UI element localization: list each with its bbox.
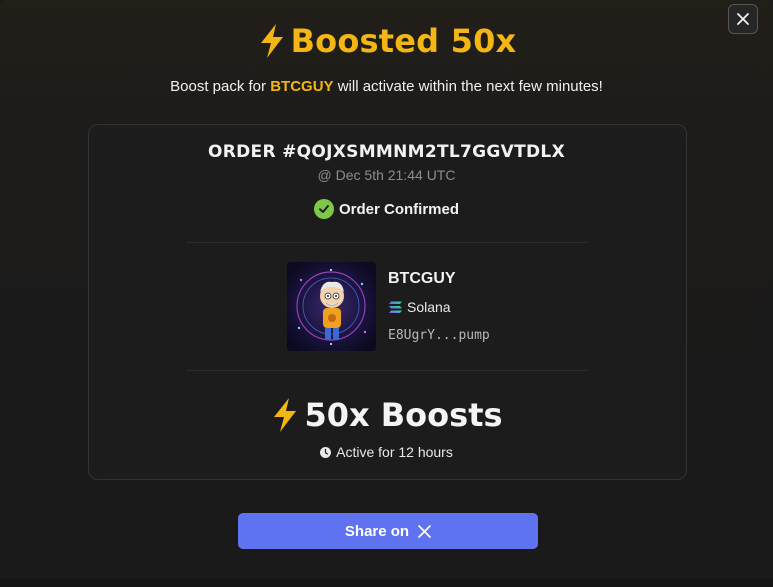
boost-duration: Active for 12 hours: [0, 444, 773, 460]
title-row: Boosted 50x: [0, 22, 773, 60]
lightning-icon: [260, 24, 283, 58]
subtitle: Boost pack for BTCGUY will activate with…: [0, 78, 773, 95]
subtitle-prefix: Boost pack for: [170, 78, 271, 95]
status-text: Order Confirmed: [338, 200, 459, 218]
token-address[interactable]: E8UgrY...pump: [388, 328, 490, 343]
page-title: Boosted 50x: [290, 22, 517, 60]
token-name: BTCGUY: [388, 270, 456, 287]
subtitle-suffix: will activate within the next few minute…: [333, 78, 603, 95]
boosts-count: 50x Boosts: [304, 396, 503, 434]
order-timestamp: @ Dec 5th 21:44 UTC: [317, 167, 456, 183]
clock-icon: [320, 446, 332, 458]
background-edge: [0, 579, 773, 587]
solana-icon: [389, 301, 402, 313]
boost-confirmation-modal: Boosted 50x Boost pack for BTCGUY will a…: [0, 0, 773, 587]
divider: [186, 370, 588, 371]
lightning-icon: [274, 398, 297, 432]
share-button-label: Share on: [344, 522, 410, 540]
token-avatar: [287, 262, 376, 351]
boosts-summary: 50x Boosts: [0, 396, 773, 434]
duration-text: Active for 12 hours: [336, 444, 453, 460]
subtitle-token: BTCGUY: [270, 78, 334, 95]
x-logo-icon: [418, 524, 431, 538]
order-status: Order Confirmed: [0, 199, 773, 219]
share-on-x-button[interactable]: Share on: [238, 513, 538, 549]
order-id: ORDER #QOJXSMMNM2TL7GGVTDLX: [208, 142, 565, 162]
token-chain: Solana: [388, 299, 451, 315]
chain-name: Solana: [407, 299, 451, 315]
divider: [186, 242, 588, 243]
check-circle-icon: [313, 199, 334, 219]
